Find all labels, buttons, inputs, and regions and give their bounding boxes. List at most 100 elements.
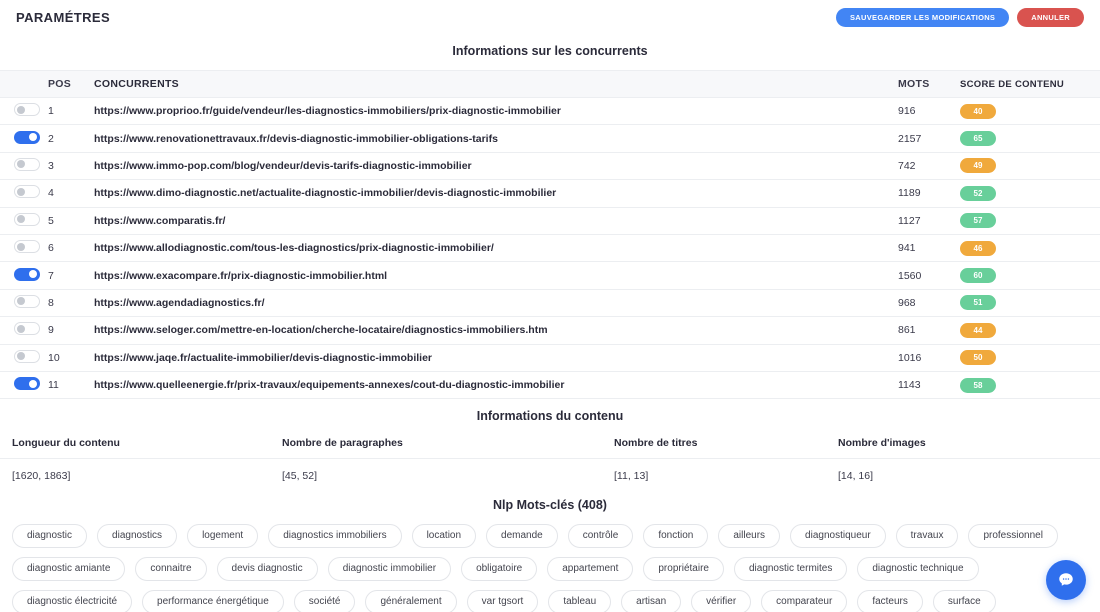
keyword-tag[interactable]: comparateur [761,590,848,612]
cell-competitor-url[interactable]: https://www.jaqe.fr/actualite-immobilier… [94,352,898,364]
keyword-tag[interactable]: travaux [895,524,959,549]
cancel-button[interactable]: ANNULER [1017,7,1084,27]
cell-content-score: 44 [960,322,1100,338]
competitors-table-header: POS CONCURRENTS MOTS SCORE DE CONTENU [0,70,1100,98]
keyword-tag[interactable]: diagnostiqueur [790,524,886,549]
keyword-tag[interactable]: devis diagnostic [216,557,318,582]
cell-position: 1 [48,105,54,118]
keyword-tag[interactable]: diagnostic électricité [12,590,133,612]
cell-competitor-url[interactable]: https://www.seloger.com/mettre-en-locati… [94,324,898,336]
cell-competitor-url[interactable]: https://www.quelleenergie.fr/prix-travau… [94,379,898,391]
cell-position: 10 [48,351,60,364]
cell-word-count: 861 [898,324,916,337]
table-row: 11 https://www.quelleenergie.fr/prix-trav… [0,372,1100,400]
status-badge: 65 [960,131,996,147]
cell-word-count: 1143 [898,379,921,392]
row-toggle-cell [0,240,48,256]
toggle-knob [29,379,37,388]
keyword-tag[interactable]: tableau [548,590,612,612]
cell-content-score: 50 [960,350,1100,366]
row-toggle-cell [0,185,48,201]
cell-word-count: 1127 [898,214,921,227]
keyword-tag[interactable]: diagnostics immobiliers [268,524,402,549]
keyword-tag[interactable]: appartement [547,557,634,582]
keyword-tag[interactable]: connaitre [135,557,207,582]
keyword-tag[interactable]: logement [187,524,259,549]
status-badge: 60 [960,268,996,284]
cell-competitor-url[interactable]: https://www.proprioo.fr/guide/vendeur/le… [94,105,898,117]
competitor-toggle-switch[interactable] [14,212,40,226]
keyword-tag[interactable]: professionnel [968,524,1058,549]
keyword-tag[interactable]: diagnostics [97,524,178,549]
cell-content-score: 65 [960,131,1100,147]
cell-competitor-url[interactable]: https://www.immo-pop.com/blog/vendeur/de… [94,160,898,172]
competitor-toggle-switch[interactable] [14,157,40,171]
row-toggle-cell [0,267,48,284]
status-badge: 51 [960,295,996,311]
keyword-tag[interactable]: ailleurs [718,524,781,549]
content-info-value-length: [1620, 1863] [12,470,71,483]
competitor-toggle-switch[interactable] [14,294,40,308]
row-toggle-cell [0,157,48,174]
keyword-tag[interactable]: facteurs [857,590,923,612]
keyword-tag[interactable]: surface [932,590,996,612]
cell-competitor-url[interactable]: https://www.comparatis.fr/ [94,215,898,227]
cell-word-count: 941 [898,242,916,255]
competitor-toggle-switch[interactable] [14,349,40,363]
content-info-section-title: Informations du contenu [476,409,624,424]
toggle-knob [17,215,25,224]
keyword-tag[interactable]: généralement [365,590,457,612]
keyword-tag[interactable]: artisan [621,590,682,612]
table-row: 5 https://www.comparatis.fr/1127 57 [0,208,1100,235]
cell-competitor-url[interactable]: https://www.dimo-diagnostic.net/actualit… [94,187,898,199]
keyword-tag[interactable]: diagnostic immobilier [327,557,452,582]
keywords-section-title: Nlp Mots-clés (408) [493,498,607,513]
cell-competitor-url[interactable]: https://www.allodiagnostic.com/tous-les-… [94,242,898,254]
status-badge: 52 [960,185,996,201]
save-button[interactable]: SAUVEGARDER LES MODIFICATIONS [836,7,1010,27]
cell-position: 6 [48,242,54,255]
cell-position: 2 [48,132,54,145]
toggle-knob [17,297,25,306]
keyword-tag[interactable]: demande [486,524,558,549]
competitor-toggle-switch[interactable] [14,377,40,391]
keyword-tag[interactable]: location [411,524,477,549]
competitor-toggle-switch[interactable] [14,130,40,144]
cell-word-count: 916 [898,105,916,118]
column-header-pos: POS [48,78,72,90]
cell-content-score: 40 [960,103,1100,119]
competitor-toggle-switch[interactable] [14,103,40,117]
cell-competitor-url[interactable]: https://www.agendadiagnostics.fr/ [94,297,898,309]
table-row: 8 https://www.agendadiagnostics.fr/968 51 [0,290,1100,318]
row-toggle-cell [0,212,48,229]
cell-word-count: 1560 [898,269,922,282]
keyword-tag[interactable]: fonction [643,524,709,549]
keyword-tag[interactable]: var tgsort [466,590,539,612]
cell-word-count: 742 [898,159,916,172]
competitor-toggle-switch[interactable] [14,322,40,336]
keyword-tag[interactable]: obligatoire [461,557,538,582]
cell-word-count: 1016 [898,351,922,364]
toggle-knob [29,133,37,142]
keyword-tag[interactable]: diagnostic termites [733,557,848,582]
row-toggle-cell [0,103,48,119]
toggle-knob [17,352,25,361]
keyword-tag[interactable]: société [293,590,356,612]
table-row: 6 https://www.allodiagnostic.com/tous-les… [0,235,1100,263]
cell-competitor-url[interactable]: https://www.renovationettravaux.fr/devis… [94,133,898,145]
keyword-tag[interactable]: diagnostic [12,524,88,549]
status-badge: 57 [960,213,996,229]
keyword-tag[interactable]: contrôle [567,524,634,549]
cell-competitor-url[interactable]: https://www.exacompare.fr/prix-diagnosti… [94,270,898,282]
keyword-tag[interactable]: vérifier [691,590,752,612]
competitor-toggle-switch[interactable] [14,185,40,199]
competitor-toggle-switch[interactable] [14,267,40,281]
keyword-tag[interactable]: diagnostic technique [857,557,979,582]
keyword-tag[interactable]: performance énergétique [142,590,284,612]
chat-bubble-icon[interactable] [1046,560,1086,600]
keyword-tag[interactable]: propriétaire [643,557,724,582]
competitor-toggle-switch[interactable] [14,240,40,254]
cell-position: 8 [48,296,54,309]
column-header-mots: MOTS [898,78,930,90]
keyword-tag[interactable]: diagnostic amiante [12,557,126,582]
